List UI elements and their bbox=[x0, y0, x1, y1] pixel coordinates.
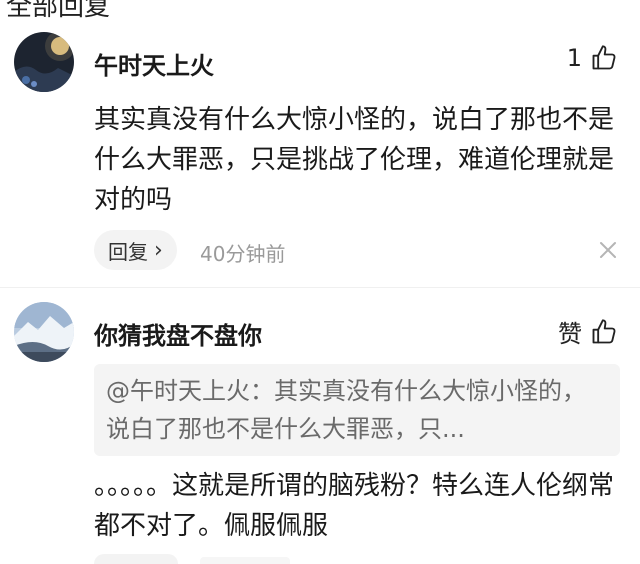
reply-button[interactable] bbox=[94, 554, 178, 564]
avatar[interactable] bbox=[14, 302, 74, 362]
comment-item: 午时天上火 1 其实真没有什么大惊小怪的，说白了那也不是什么大罪恶，只是挑战了伦… bbox=[0, 0, 640, 290]
comment-timestamp bbox=[200, 557, 290, 564]
avatar[interactable] bbox=[14, 32, 74, 92]
comment-body: 。。。。。这就是所谓的脑残粉？特么连人伦纲常都不对了。佩服佩服 bbox=[94, 471, 615, 541]
chevron-right-icon: › bbox=[154, 237, 163, 263]
comment-item: 你猜我盘不盘你 赞 @午时天上火：其实真没有什么大惊小怪的，说白了那也不是什么大… bbox=[0, 290, 640, 564]
comment-divider bbox=[0, 287, 640, 288]
like-count: 1 bbox=[566, 44, 582, 72]
like-button[interactable]: 1 bbox=[567, 44, 618, 72]
thumbs-up-icon bbox=[592, 318, 616, 343]
thumbs-up-icon bbox=[592, 45, 616, 70]
reply-label: 回复 bbox=[108, 239, 148, 264]
reply-button[interactable]: 回复 › bbox=[94, 230, 177, 270]
comment-timestamp: 40分钟前 bbox=[200, 242, 286, 266]
quoted-reply[interactable]: @午时天上火：其实真没有什么大惊小怪的，说白了那也不是什么大罪恶，只... bbox=[94, 364, 620, 456]
like-button[interactable]: 赞 bbox=[558, 314, 618, 349]
close-icon[interactable] bbox=[598, 240, 618, 260]
like-label: 赞 bbox=[558, 320, 582, 348]
comment-body: 其实真没有什么大惊小怪的，说白了那也不是什么大罪恶，只是挑战了伦理，难道伦理就是… bbox=[94, 105, 615, 215]
comment-username[interactable]: 午时天上火 bbox=[94, 46, 214, 81]
comment-username[interactable]: 你猜我盘不盘你 bbox=[94, 316, 262, 351]
